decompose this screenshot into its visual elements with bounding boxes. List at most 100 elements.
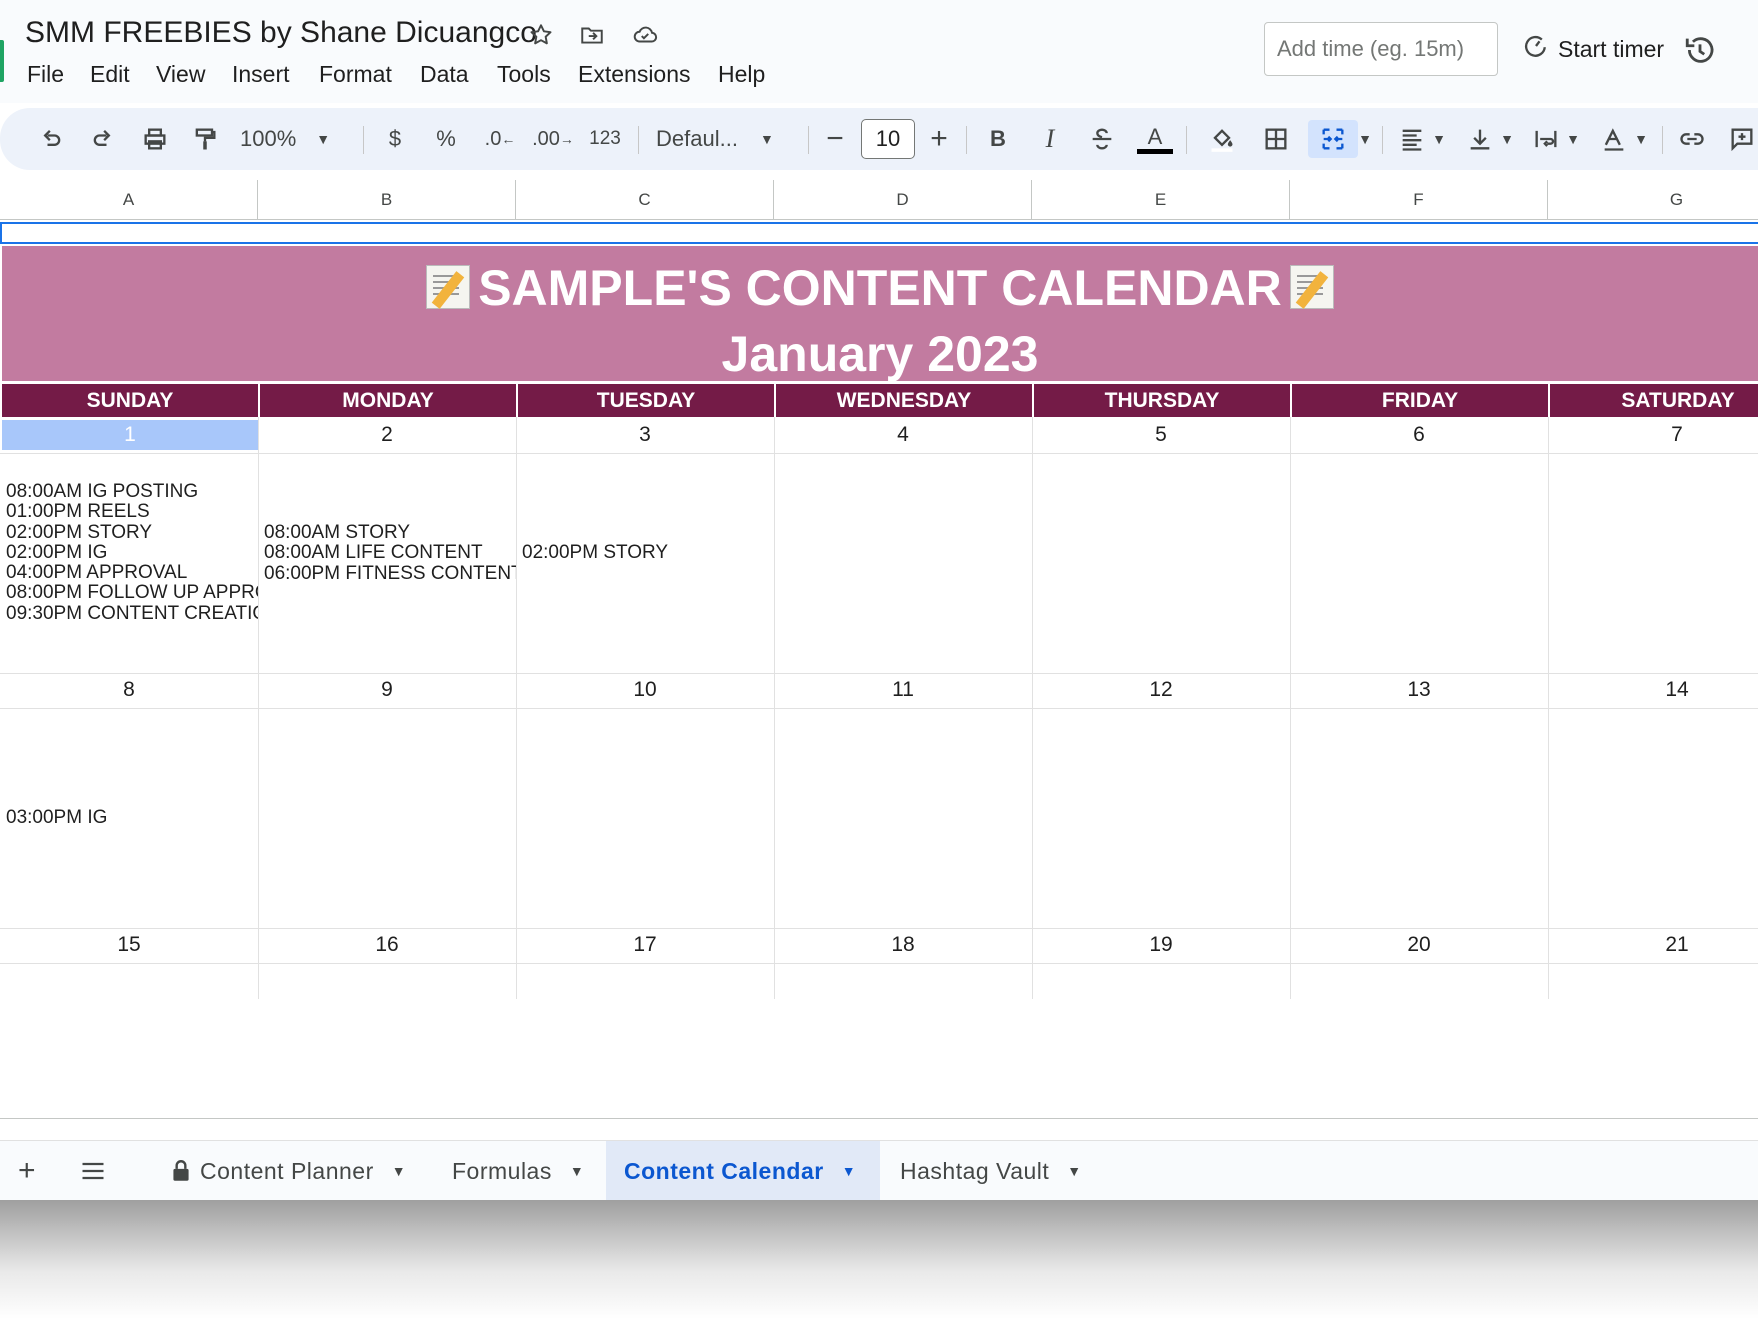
sheet-tab-content-calendar[interactable]: Content Calendar ▼ — [606, 1141, 880, 1201]
date-cell-21[interactable]: 21 — [1548, 930, 1758, 960]
date-cell-2[interactable]: 2 — [258, 420, 516, 450]
sheet-tab-hashtag-vault[interactable]: Hashtag Vault ▼ — [882, 1141, 1100, 1201]
currency-format-button[interactable]: $ — [378, 120, 412, 158]
column-header-c[interactable]: C — [516, 180, 774, 220]
weekday-wednesday[interactable]: WEDNESDAY — [774, 384, 1032, 417]
calendar-title-band[interactable]: SAMPLE'S CONTENT CALENDAR January 2023 — [2, 246, 1758, 382]
increase-decimal-button[interactable]: .00 → — [530, 120, 576, 158]
date-cell-19[interactable]: 19 — [1032, 930, 1290, 960]
column-header-d[interactable]: D — [774, 180, 1032, 220]
insert-comment-icon[interactable] — [1722, 120, 1758, 158]
date-cell-4[interactable]: 4 — [774, 420, 1032, 450]
text-wrapping-icon[interactable]: ▼ — [1528, 120, 1584, 158]
weekday-thursday[interactable]: THURSDAY — [1032, 384, 1290, 417]
weekday-monday[interactable]: MONDAY — [258, 384, 516, 417]
selected-row-outline[interactable] — [0, 222, 1758, 244]
date-cell-13[interactable]: 13 — [1290, 675, 1548, 705]
font-family-select[interactable]: Defaul... ▼ — [656, 120, 790, 158]
italic-button[interactable]: I — [1032, 120, 1068, 158]
column-header-a[interactable]: A — [0, 180, 258, 220]
document-title[interactable]: SMM FREEBIES by Shane Dicuangco — [25, 16, 537, 50]
start-timer-button[interactable]: Start timer — [1522, 30, 1664, 68]
date-cell-18[interactable]: 18 — [774, 930, 1032, 960]
menu-tools[interactable]: Tools — [496, 59, 552, 90]
borders-icon[interactable] — [1256, 120, 1296, 158]
chevron-down-icon: ▼ — [316, 131, 331, 147]
event-cell-1[interactable]: 08:00AM IG POSTING 01:00PM REELS 02:00PM… — [6, 482, 258, 624]
fill-color-icon[interactable] — [1202, 120, 1242, 158]
event-cell-8[interactable]: 03:00PM IG — [6, 808, 258, 830]
add-time-input[interactable] — [1264, 22, 1498, 76]
menu-view[interactable]: View — [155, 59, 206, 90]
increase-font-size-icon[interactable]: + — [922, 120, 956, 158]
grid-line — [0, 963, 1758, 964]
paint-format-icon[interactable] — [186, 120, 224, 158]
vertical-align-icon[interactable]: ▼ — [1462, 120, 1518, 158]
column-header-f[interactable]: F — [1290, 180, 1548, 220]
date-cell-5[interactable]: 5 — [1032, 420, 1290, 450]
text-color-button[interactable]: A — [1136, 120, 1174, 158]
sheet-tab-formulas[interactable]: Formulas ▼ — [434, 1141, 602, 1201]
date-cell-15[interactable]: 15 — [0, 930, 258, 960]
column-header-g[interactable]: G — [1548, 180, 1758, 220]
all-sheets-icon[interactable] — [76, 1141, 110, 1201]
percent-format-button[interactable]: % — [429, 120, 463, 158]
weekday-saturday[interactable]: SATURDAY — [1548, 384, 1758, 417]
decrease-font-size-icon[interactable]: − — [818, 120, 852, 158]
date-cell-20[interactable]: 20 — [1290, 930, 1548, 960]
date-cell-12[interactable]: 12 — [1032, 675, 1290, 705]
weekday-sunday[interactable]: SUNDAY — [0, 384, 258, 417]
zoom-select[interactable]: 100% ▼ — [240, 120, 344, 158]
add-sheet-icon[interactable]: + — [12, 1141, 42, 1201]
weekday-friday[interactable]: FRIDAY — [1290, 384, 1548, 417]
redo-icon[interactable] — [84, 120, 122, 158]
sheet-tab-content-planner[interactable]: Content Planner ▼ — [150, 1141, 424, 1201]
text-rotation-icon[interactable]: ▼ — [1596, 120, 1652, 158]
menu-edit[interactable]: Edit — [89, 59, 131, 90]
window-shadow — [0, 1200, 1758, 1319]
sheets-logo[interactable] — [0, 40, 4, 82]
column-header-b[interactable]: B — [258, 180, 516, 220]
menu-help[interactable]: Help — [717, 59, 766, 90]
font-size-input[interactable]: 10 — [861, 119, 915, 159]
weekday-tuesday[interactable]: TUESDAY — [516, 384, 774, 417]
merge-cells-icon[interactable] — [1308, 120, 1358, 158]
print-icon[interactable] — [136, 120, 174, 158]
date-cell-6[interactable]: 6 — [1290, 420, 1548, 450]
date-cell-7[interactable]: 7 — [1548, 420, 1758, 450]
cloud-saved-icon[interactable] — [628, 18, 662, 52]
date-cell-8[interactable]: 8 — [0, 675, 258, 705]
version-history-icon[interactable] — [1680, 30, 1720, 70]
decrease-decimal-button[interactable]: .0 ← — [478, 120, 522, 158]
strikethrough-icon[interactable] — [1084, 120, 1120, 158]
move-folder-icon[interactable] — [575, 18, 609, 52]
date-cell-1[interactable]: 1 — [2, 420, 258, 450]
date-cell-17[interactable]: 17 — [516, 930, 774, 960]
undo-icon[interactable] — [32, 120, 70, 158]
insert-link-icon[interactable] — [1672, 120, 1712, 158]
bold-button[interactable]: B — [980, 120, 1016, 158]
merge-chevron-down-icon[interactable]: ▼ — [1356, 120, 1374, 158]
menu-data[interactable]: Data — [419, 59, 470, 90]
sheet-tab-label: Hashtag Vault — [900, 1157, 1050, 1184]
date-cell-3[interactable]: 3 — [516, 420, 774, 450]
column-header-row: A B C D E F G — [0, 180, 1758, 220]
date-cell-10[interactable]: 10 — [516, 675, 774, 705]
spreadsheet-app: SMM FREEBIES by Shane Dicuangco File Edi… — [0, 0, 1758, 1319]
menu-format[interactable]: Format — [318, 59, 393, 90]
start-timer-label: Start timer — [1558, 35, 1665, 62]
date-cell-9[interactable]: 9 — [258, 675, 516, 705]
menu-extensions[interactable]: Extensions — [577, 59, 692, 90]
event-cell-2[interactable]: 08:00AM STORY 08:00AM LIFE CONTENT 06:00… — [264, 523, 516, 585]
date-cell-14[interactable]: 14 — [1548, 675, 1758, 705]
event-cell-3[interactable]: 02:00PM STORY — [522, 543, 774, 565]
date-cell-11[interactable]: 11 — [774, 675, 1032, 705]
chevron-down-icon: ▼ — [841, 1163, 857, 1179]
star-icon[interactable] — [524, 18, 558, 52]
more-formats-button[interactable]: 123 — [584, 120, 626, 158]
menu-insert[interactable]: Insert — [231, 59, 291, 90]
column-header-e[interactable]: E — [1032, 180, 1290, 220]
horizontal-align-icon[interactable]: ▼ — [1394, 120, 1450, 158]
date-cell-16[interactable]: 16 — [258, 930, 516, 960]
menu-file[interactable]: File — [26, 59, 65, 90]
